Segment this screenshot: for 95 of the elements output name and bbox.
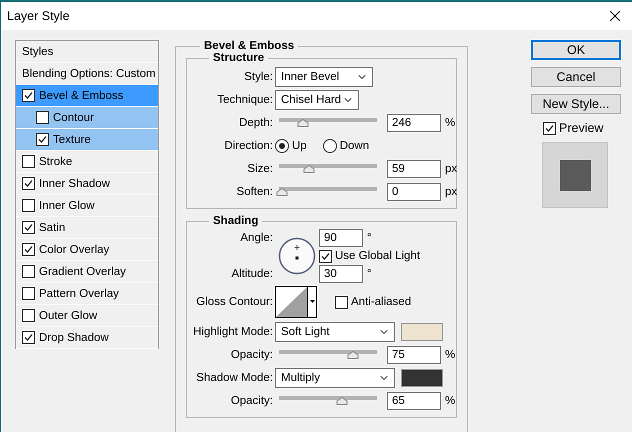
effect-list-item[interactable]: Contour [16,107,158,129]
window-title: Layer Style [7,9,70,23]
checkbox[interactable] [22,309,35,322]
effect-list-item[interactable]: Satin [16,217,158,239]
panel-title: Bevel & Emboss [203,40,296,52]
effect-list-item[interactable]: Color Overlay [16,239,158,261]
effect-label: Contour [53,112,94,124]
unit-label: ° [367,268,372,280]
checkbox-label: Use Global Light [335,250,420,262]
field-label: Size: [246,162,273,174]
dialog-button[interactable]: OK [531,40,621,60]
slider-thumb[interactable] [336,397,348,405]
effect-list-item[interactable]: Inner Glow [16,195,158,217]
unit-label: % [445,394,456,406]
effect-list-item[interactable]: Drop Shadow [16,327,158,349]
checkbox[interactable] [22,177,35,190]
style-list-item[interactable]: Styles [16,41,158,63]
checkbox[interactable] [36,111,49,124]
field-label: Depth: [238,116,273,128]
checkbox[interactable] [335,296,348,308]
group-title: Structure [212,52,266,64]
effect-label: Outer Glow [39,310,98,322]
checkbox-label: Anti-aliased [351,296,412,308]
slider-thumb[interactable] [276,188,288,196]
effect-label: Inner Shadow [39,178,110,190]
checkbox[interactable] [22,89,35,102]
unit-label: px [445,186,458,198]
dialog-button[interactable]: New Style... [531,94,621,114]
radio-label: Down [340,140,370,152]
slider-thumb[interactable] [297,119,310,127]
effect-list-item[interactable]: Stroke [16,151,158,173]
mode-dropdown[interactable]: Chisel Hard [275,90,359,110]
field-label: Opacity: [230,394,273,406]
mode-dropdown[interactable]: Multiply [275,368,395,388]
unit-label: px [445,162,458,174]
value-field[interactable]: 0 [387,182,441,200]
slider-thumb[interactable] [346,351,359,359]
preview-square [560,160,590,190]
effect-label: Gradient Overlay [39,266,126,278]
effect-list-item[interactable]: Texture [16,129,158,151]
effect-label: Inner Glow [39,200,95,212]
checkbox[interactable] [22,243,35,256]
value-field[interactable]: 65 [387,392,441,410]
radio-button[interactable] [275,138,289,152]
group-title: Shading [212,215,260,227]
field-label: Gloss Contour: [195,296,273,308]
color-swatch[interactable] [401,322,443,340]
effect-label: Texture [53,134,91,146]
effect-label: Stroke [39,156,72,168]
value-field[interactable]: 246 [387,114,441,132]
contour-picker[interactable] [275,286,317,318]
value-field[interactable]: 75 [387,346,441,364]
effect-list-item[interactable]: Inner Shadow [16,173,158,195]
field-label: Soften: [236,186,273,198]
checkbox[interactable] [22,221,35,234]
slider-thumb[interactable] [302,165,315,173]
effect-label: Color Overlay [39,244,110,256]
mode-dropdown[interactable]: Inner Bevel [275,66,373,86]
unit-label: % [445,348,456,360]
checkbox[interactable] [22,331,35,344]
field-label: Direction: [223,140,273,152]
effect-list-item[interactable]: Pattern Overlay [16,283,158,305]
checkbox[interactable] [22,287,35,300]
effect-list-item[interactable]: Gradient Overlay [16,261,158,283]
checkbox-label: Preview [559,121,604,135]
field-label: Style: [243,70,273,82]
effect-label: Pattern Overlay [39,288,119,300]
checkbox[interactable] [22,199,35,212]
unit-label: % [445,116,456,128]
field-label: Opacity: [230,348,273,360]
checkbox[interactable] [543,122,556,134]
field-label: Angle: [239,232,273,244]
field-label: Altitude: [230,268,273,280]
altitude-field[interactable]: 30 [319,265,363,283]
effect-label: Satin [39,222,66,234]
effect-label: Drop Shadow [39,332,109,344]
effect-list-item[interactable]: Outer Glow [16,305,158,327]
checkbox[interactable] [22,265,35,278]
unit-label: ° [367,232,372,244]
checkbox[interactable] [319,250,332,262]
effect-label: Bevel & Emboss [39,90,124,102]
field-label: Highlight Mode: [192,326,273,338]
effect-list-item[interactable]: Bevel & Emboss [16,85,158,107]
checkbox[interactable] [36,133,49,146]
checkbox[interactable] [22,155,35,168]
angle-dial[interactable] [278,237,316,275]
radio-button[interactable] [322,138,337,152]
mode-dropdown[interactable]: Soft Light [275,322,395,342]
field-label: Technique: [216,94,273,106]
dialog-button[interactable]: Cancel [531,67,621,87]
value-field[interactable]: 59 [387,160,441,178]
angle-field[interactable]: 90 [319,229,363,247]
radio-label: Up [292,140,307,152]
field-label: Shadow Mode: [195,372,273,384]
color-swatch[interactable] [401,368,443,386]
